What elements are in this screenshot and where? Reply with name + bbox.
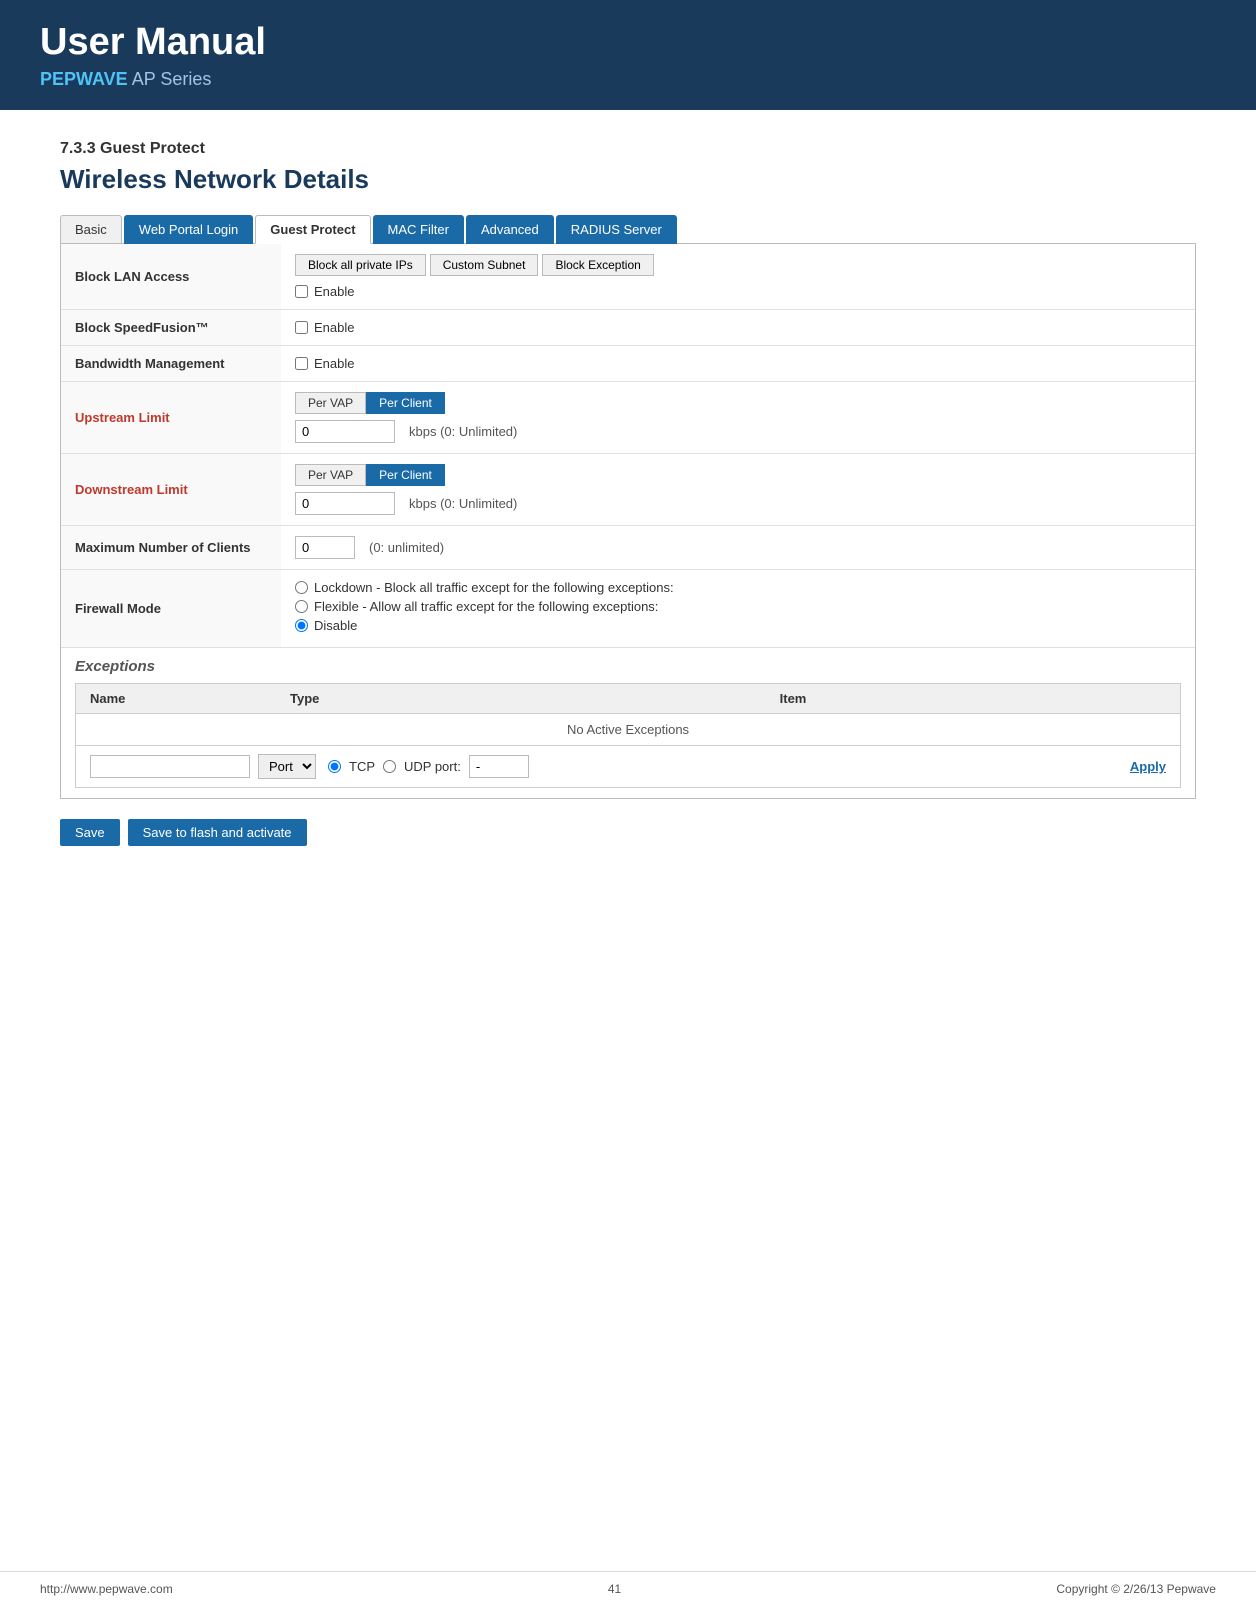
tcp-radio[interactable]: [328, 760, 341, 773]
downstream-tabs: Per VAP Per Client: [295, 464, 1181, 486]
header-title: User Manual: [40, 20, 1216, 66]
bandwidth-management-checkbox[interactable]: [295, 357, 308, 370]
exceptions-section-cell: Exceptions Name Type Item No Active Exce…: [61, 648, 1195, 799]
section-heading: 7.3.3 Guest Protect: [60, 140, 1196, 158]
downstream-limit-value: Per VAP Per Client kbps (0: Unlimited): [281, 454, 1195, 526]
exception-type-select[interactable]: Port: [258, 754, 316, 779]
downstream-limit-label: Downstream Limit: [61, 454, 281, 526]
upstream-tabs: Per VAP Per Client: [295, 392, 1181, 414]
tab-radius-server[interactable]: RADIUS Server: [556, 215, 677, 244]
tab-advanced[interactable]: Advanced: [466, 215, 554, 244]
exceptions-section-row: Exceptions Name Type Item No Active Exce…: [61, 648, 1195, 799]
footer-page-number: 41: [608, 1582, 621, 1596]
block-exception-btn[interactable]: Block Exception: [542, 254, 653, 276]
downstream-per-vap-tab[interactable]: Per VAP: [295, 464, 366, 486]
firewall-disable-label: Disable: [314, 618, 357, 633]
section-title: Wireless Network Details: [60, 164, 1196, 195]
exceptions-col-type: Type: [276, 684, 406, 713]
upstream-limit-label: Upstream Limit: [61, 382, 281, 454]
upstream-limit-value: Per VAP Per Client kbps (0: Unlimited): [281, 382, 1195, 454]
firewall-disable-row: Disable: [295, 618, 1181, 633]
footer-url: http://www.pepwave.com: [40, 1582, 173, 1596]
port-dash-input[interactable]: [469, 755, 529, 778]
subnet-buttons: Block all private IPs Custom Subnet Bloc…: [295, 254, 1181, 276]
tab-guest-protect[interactable]: Guest Protect: [255, 215, 370, 244]
block-all-private-ips-btn[interactable]: Block all private IPs: [295, 254, 426, 276]
tab-basic[interactable]: Basic: [60, 215, 122, 244]
no-exceptions-row: No Active Exceptions: [75, 714, 1181, 746]
firewall-disable-radio[interactable]: [295, 619, 308, 632]
block-speedfusion-checkbox[interactable]: [295, 321, 308, 334]
exception-name-input[interactable]: [90, 755, 250, 778]
block-lan-enable-label: Enable: [314, 284, 354, 299]
downstream-limit-row: Downstream Limit Per VAP Per Client kbps…: [61, 454, 1195, 526]
firewall-lockdown-row: Lockdown - Block all traffic except for …: [295, 580, 1181, 595]
firewall-flexible-label: Flexible - Allow all traffic except for …: [314, 599, 658, 614]
main-content: 7.3.3 Guest Protect Wireless Network Det…: [0, 110, 1256, 886]
upstream-limit-unit: kbps (0: Unlimited): [409, 424, 517, 439]
firewall-mode-row: Firewall Mode Lockdown - Block all traff…: [61, 570, 1195, 648]
firewall-lockdown-radio[interactable]: [295, 581, 308, 594]
upstream-per-client-tab[interactable]: Per Client: [366, 392, 445, 414]
block-speedfusion-row: Block SpeedFusion™ Enable: [61, 310, 1195, 346]
block-speedfusion-enable-row: Enable: [295, 320, 1181, 335]
max-clients-row: Maximum Number of Clients (0: unlimited): [61, 526, 1195, 570]
exceptions-table-header: Name Type Item: [75, 683, 1181, 714]
downstream-limit-input[interactable]: [295, 492, 395, 515]
bandwidth-management-row: Bandwidth Management Enable: [61, 346, 1195, 382]
downstream-per-client-tab[interactable]: Per Client: [366, 464, 445, 486]
upstream-limit-input-row: kbps (0: Unlimited): [295, 420, 1181, 443]
downstream-limit-unit: kbps (0: Unlimited): [409, 496, 517, 511]
save-button[interactable]: Save: [60, 819, 120, 846]
footer-copyright: Copyright © 2/26/13 Pepwave: [1056, 1582, 1216, 1596]
apply-button[interactable]: Apply: [1130, 759, 1166, 774]
form-table: Block LAN Access Block all private IPs C…: [61, 244, 1195, 798]
exceptions-section-label: Exceptions: [75, 658, 1181, 675]
firewall-mode-value: Lockdown - Block all traffic except for …: [281, 570, 1195, 648]
udp-radio[interactable]: [383, 760, 396, 773]
block-lan-access-value: Block all private IPs Custom Subnet Bloc…: [281, 244, 1195, 310]
form-container: Block LAN Access Block all private IPs C…: [60, 243, 1196, 799]
max-clients-input-row: (0: unlimited): [295, 536, 1181, 559]
tab-bar: Basic Web Portal Login Guest Protect MAC…: [60, 215, 1196, 244]
add-exception-row: Port TCP UDP port: Apply: [75, 746, 1181, 788]
save-flash-button[interactable]: Save to flash and activate: [128, 819, 307, 846]
firewall-mode-label: Firewall Mode: [61, 570, 281, 648]
exceptions-col-item: Item: [406, 684, 1180, 713]
max-clients-label: Maximum Number of Clients: [61, 526, 281, 570]
bandwidth-management-enable-row: Enable: [295, 356, 1181, 371]
exceptions-col-name: Name: [76, 684, 276, 713]
tab-web-portal-login[interactable]: Web Portal Login: [124, 215, 254, 244]
block-lan-enable-checkbox[interactable]: [295, 285, 308, 298]
max-clients-input[interactable]: [295, 536, 355, 559]
block-speedfusion-label: Block SpeedFusion™: [61, 310, 281, 346]
downstream-limit-input-row: kbps (0: Unlimited): [295, 492, 1181, 515]
upstream-limit-row: Upstream Limit Per VAP Per Client kbps (…: [61, 382, 1195, 454]
firewall-flexible-radio[interactable]: [295, 600, 308, 613]
bandwidth-management-enable-label: Enable: [314, 356, 354, 371]
firewall-flexible-row: Flexible - Allow all traffic except for …: [295, 599, 1181, 614]
subtitle-rest: AP Series: [128, 69, 212, 89]
block-speedfusion-enable-label: Enable: [314, 320, 354, 335]
bandwidth-management-value: Enable: [281, 346, 1195, 382]
max-clients-unit: (0: unlimited): [369, 540, 444, 555]
save-area: Save Save to flash and activate: [60, 819, 1196, 846]
block-lan-access-label: Block LAN Access: [61, 244, 281, 310]
block-speedfusion-value: Enable: [281, 310, 1195, 346]
bandwidth-management-label: Bandwidth Management: [61, 346, 281, 382]
upstream-limit-input[interactable]: [295, 420, 395, 443]
tcp-label: TCP: [349, 759, 375, 774]
block-lan-enable-row: Enable: [295, 284, 1181, 299]
page-header: User Manual PEPWAVE AP Series: [0, 0, 1256, 110]
firewall-lockdown-label: Lockdown - Block all traffic except for …: [314, 580, 674, 595]
custom-subnet-btn[interactable]: Custom Subnet: [430, 254, 539, 276]
block-lan-access-row: Block LAN Access Block all private IPs C…: [61, 244, 1195, 310]
tab-mac-filter[interactable]: MAC Filter: [373, 215, 464, 244]
header-subtitle: PEPWAVE AP Series: [40, 69, 1216, 90]
page-footer: http://www.pepwave.com 41 Copyright © 2/…: [0, 1571, 1256, 1606]
upstream-per-vap-tab[interactable]: Per VAP: [295, 392, 366, 414]
max-clients-value: (0: unlimited): [281, 526, 1195, 570]
udp-label: UDP port:: [404, 759, 461, 774]
brand-name: PEPWAVE: [40, 69, 128, 89]
